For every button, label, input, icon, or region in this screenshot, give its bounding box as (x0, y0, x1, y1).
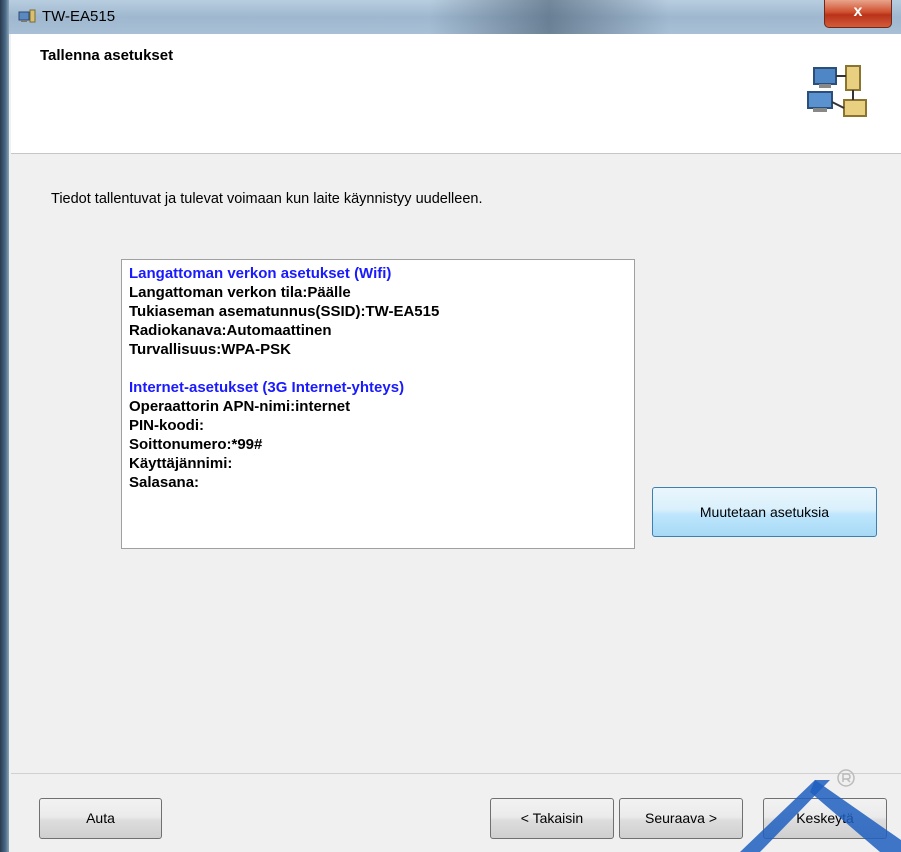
page-title: Tallenna asetukset (40, 47, 174, 64)
internet-setting-line: Soittonumero:*99# (129, 436, 263, 453)
wifi-setting-line: Turvallisuus:WPA-PSK (129, 341, 291, 358)
dialog-window: TW-EA515 x Tallenna asetukset Tiedot tal… (0, 0, 901, 852)
title-bar[interactable] (9, 0, 901, 34)
wifi-settings-heading: Langattoman verkon asetukset (Wifi) (129, 265, 392, 282)
network-computers-icon (807, 65, 867, 117)
close-button[interactable]: x (824, 0, 892, 28)
help-button[interactable]: Auta (39, 798, 162, 839)
wifi-setting-line: Radiokanava:Automaattinen (129, 322, 332, 339)
title-bar-highlight (429, 0, 669, 34)
back-button[interactable]: < Takaisin (490, 798, 614, 839)
wifi-setting-line: Tukiaseman asematunnus(SSID):TW-EA515 (129, 303, 440, 320)
info-text: Tiedot tallentuvat ja tulevat voimaan ku… (51, 191, 483, 207)
app-icon (18, 9, 36, 23)
wifi-setting-line: Langattoman verkon tila:Päälle (129, 284, 351, 301)
window-edge (0, 0, 9, 852)
window-title: TW-EA515 (42, 8, 116, 25)
internet-setting-line: Käyttäjännimi: (129, 455, 233, 472)
watermark-logo (740, 769, 901, 852)
internet-setting-line: Operaattorin APN-nimi:internet (129, 398, 351, 415)
internet-setting-line: PIN-koodi: (129, 417, 204, 434)
internet-settings-heading: Internet-asetukset (3G Internet-yhteys) (129, 379, 405, 396)
change-settings-button[interactable]: Muutetaan asetuksia (652, 487, 877, 537)
settings-summary-box[interactable]: Langattoman verkon asetukset (Wifi) Lang… (121, 259, 635, 549)
internet-setting-line: Salasana: (129, 474, 200, 491)
close-icon: x (853, 3, 863, 20)
